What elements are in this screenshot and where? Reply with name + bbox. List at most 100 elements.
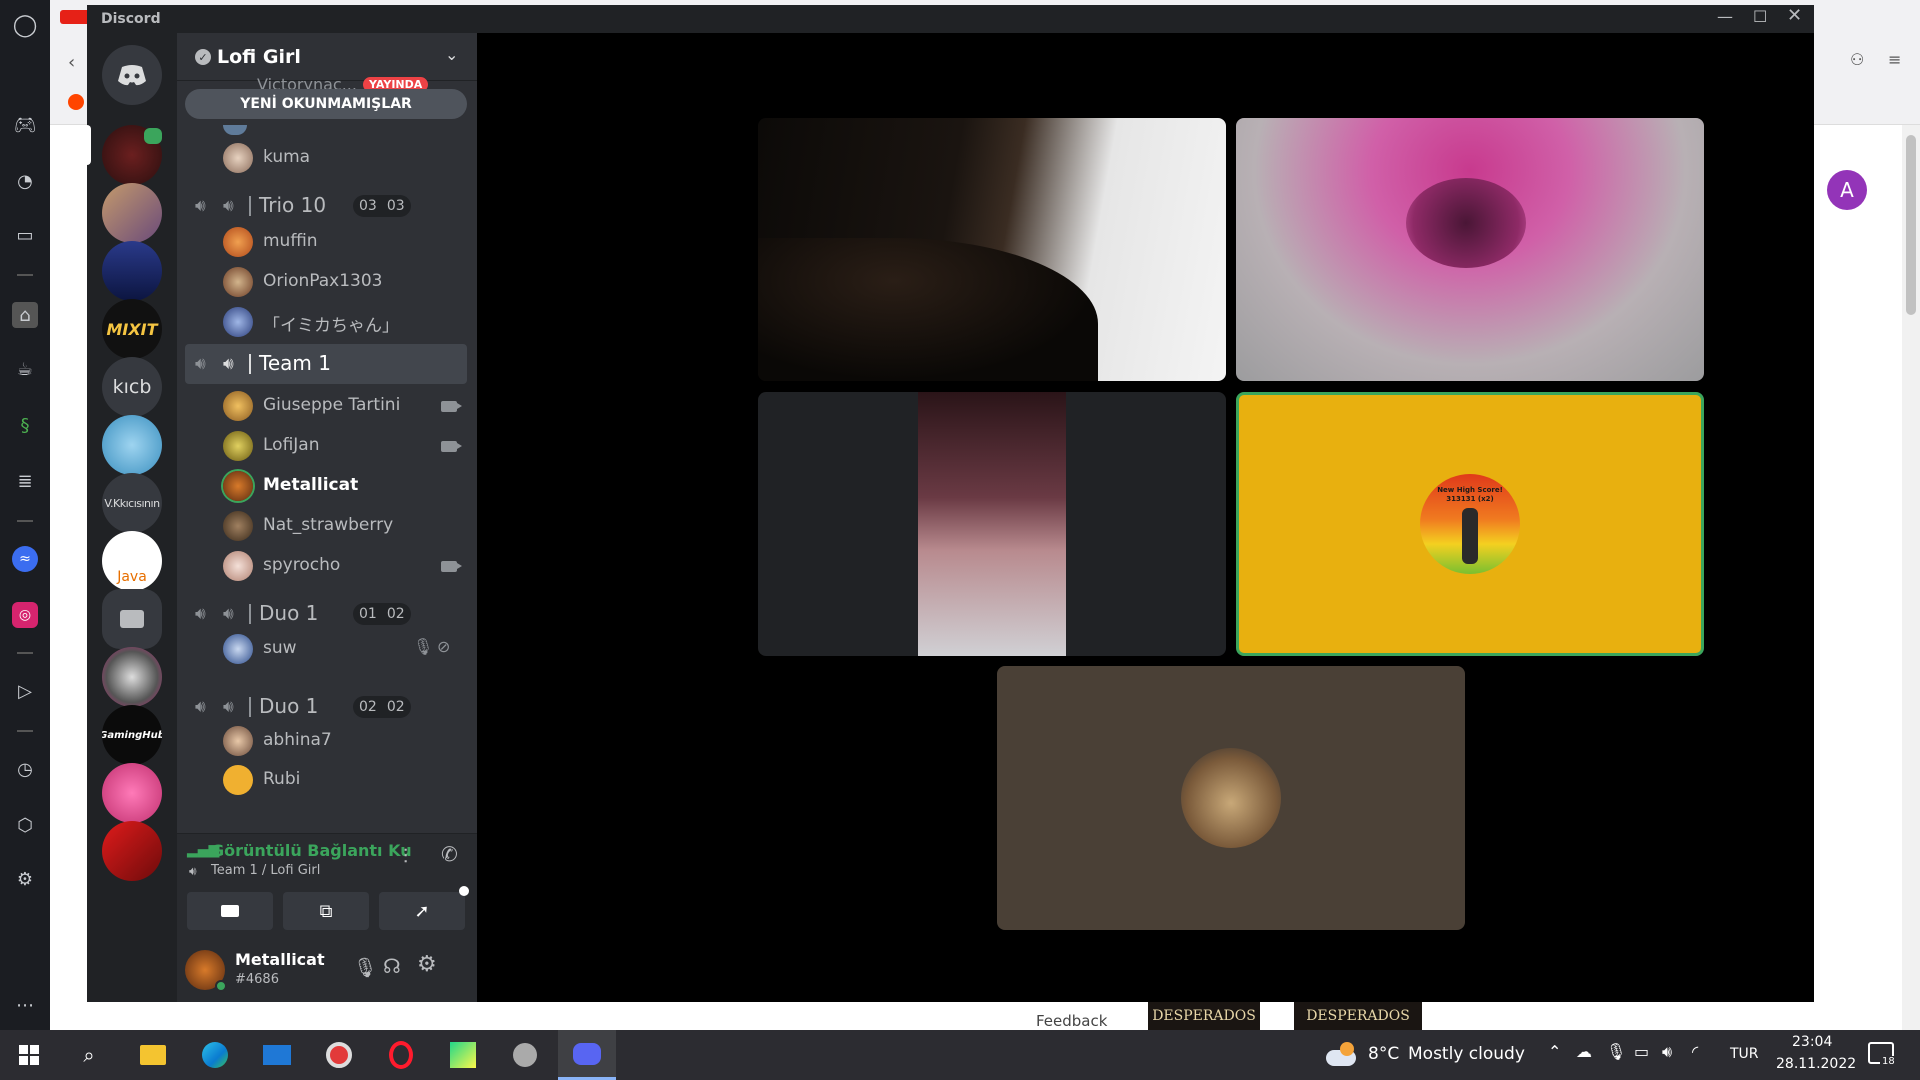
history-icon[interactable]: ◷ (12, 756, 38, 782)
weather-temp[interactable]: 8°C (1368, 1044, 1399, 1064)
maximize-button[interactable]: ☐ (1753, 7, 1767, 26)
server-mixit[interactable]: MIXIT (102, 299, 162, 359)
video-tile-4-speaking[interactable]: New High Score! 313131 (x2) (1236, 392, 1704, 656)
voice-channel-trio-10[interactable]: 🔊︎ 🔊︎ Trio 10 03 03 (177, 188, 477, 224)
video-tile-2[interactable] (1236, 118, 1704, 381)
discord-home-icon[interactable] (102, 45, 162, 105)
wifi-icon[interactable]: ◜ (1692, 1042, 1698, 1061)
server-blue[interactable] (102, 241, 162, 301)
user-abhina7[interactable]: abhina7 (263, 730, 332, 750)
server-squirtle[interactable] (102, 415, 162, 475)
youtube-tab-icon[interactable] (60, 10, 90, 24)
cube-icon[interactable]: ⬡ (12, 812, 38, 838)
server-red[interactable] (102, 821, 162, 881)
user-nat-strawberry[interactable]: Nat_strawberry (263, 515, 393, 535)
microphone-icon[interactable]: 🎙︎ (353, 956, 377, 979)
server-header[interactable]: ✓ Lofi Girl ⌄ (177, 33, 477, 81)
server-pink-dog[interactable] (102, 763, 162, 823)
media-player-icon[interactable] (310, 1030, 368, 1080)
player-icon[interactable]: ▷ (12, 678, 38, 704)
opera-icon[interactable] (372, 1030, 430, 1080)
list-icon[interactable]: ≣ (12, 468, 38, 494)
user-metallicat[interactable]: Metallicat (263, 475, 358, 495)
pycharm-icon[interactable] (434, 1030, 492, 1080)
instagram-icon[interactable]: ◎ (12, 602, 38, 628)
clock-date[interactable]: 28.11.2022 (1776, 1056, 1856, 1072)
server-java[interactable]: Java (102, 531, 162, 591)
battery-icon[interactable]: ▭ (1634, 1042, 1649, 1061)
onedrive-icon[interactable]: ☁ (1576, 1042, 1592, 1061)
chevron-down-icon[interactable]: ⌄ (445, 45, 458, 64)
coffee-icon[interactable]: ☕︎ (12, 356, 38, 382)
voice-channel-duo-1-b[interactable]: 🔊︎ 🔊︎ Duo 1 02 02 (177, 689, 477, 725)
chevron-up-icon[interactable]: ⌃ (1548, 1042, 1561, 1061)
video-tile-3[interactable] (758, 392, 1226, 656)
server-folder[interactable] (102, 589, 162, 649)
user-orionpax[interactable]: OrionPax1303 (263, 271, 383, 291)
user-suw[interactable]: suw (263, 638, 297, 658)
minimize-button[interactable]: — (1717, 7, 1733, 26)
voice-channel-duo-1[interactable]: 🔊︎ 🔊︎ Duo 1 01 02 (177, 596, 477, 632)
video-tile-5[interactable] (997, 666, 1465, 930)
reddit-icon[interactable] (68, 94, 84, 110)
file-explorer-icon[interactable] (124, 1030, 182, 1080)
new-unreads-bar[interactable]: YENİ OKUNMAMIŞLAR (185, 89, 467, 119)
weather-icon[interactable] (1326, 1040, 1360, 1068)
ad-banner-1[interactable]: DESPERADOS (1148, 1002, 1260, 1030)
sliders-icon[interactable]: ≡ (1888, 50, 1901, 69)
user-lofijan[interactable]: LofiJan (263, 435, 320, 455)
search-icon[interactable]: ⌕ (60, 1030, 118, 1080)
profile-avatar[interactable]: A (1827, 170, 1867, 210)
close-button[interactable]: ✕ (1787, 5, 1802, 26)
server-kkicisinin[interactable]: V.Kkıcısının (102, 473, 162, 533)
clock-time[interactable]: 23:04 (1792, 1034, 1832, 1050)
language-indicator[interactable]: TUR (1730, 1046, 1759, 1062)
user-settings-icon[interactable]: ⚙ (417, 952, 437, 977)
microphone-tray-icon[interactable]: 🎙︎ (1606, 1042, 1626, 1061)
snake-icon[interactable]: § (12, 412, 38, 438)
ad-banner-2[interactable]: DESPERADOS (1294, 1002, 1422, 1030)
video-grid: New High Score! 313131 (x2) (477, 33, 1814, 1002)
screen-share-button[interactable]: ⧉ (283, 892, 369, 930)
user-rubi[interactable]: Rubi (263, 769, 300, 789)
back-icon[interactable]: ‹ (68, 52, 75, 73)
edge-icon[interactable] (186, 1030, 244, 1080)
voice-status-subtitle[interactable]: Team 1 / Lofi Girl (211, 863, 320, 878)
activities-button[interactable]: ➚ (379, 892, 465, 930)
briefcase-icon[interactable]: ▭ (12, 222, 38, 248)
opera-menu-icon[interactable]: ◯ (12, 12, 38, 38)
weather-desc[interactable]: Mostly cloudy (1408, 1044, 1525, 1064)
notification-count: 18 (1880, 1056, 1897, 1067)
server-kicb[interactable]: kıcb (102, 357, 162, 417)
server-skull[interactable] (102, 647, 162, 707)
voice-channel-team-1[interactable]: 🔊︎ 🔊︎ Team 1 (185, 344, 467, 384)
voice-status-title[interactable]: Görüntülü Bağlantı Ku (211, 841, 412, 860)
server-gaminghub[interactable]: GamingHub (102, 705, 162, 765)
user-name[interactable]: Metallicat (235, 950, 325, 969)
headphones-icon[interactable]: ☊ (383, 954, 401, 978)
volume-icon[interactable]: 🔊︎ (1662, 1042, 1672, 1062)
page-scrollbar[interactable] (1902, 125, 1920, 1030)
speedometer-icon[interactable]: ◔ (12, 168, 38, 194)
account-icon[interactable]: ⚇ (1850, 50, 1864, 69)
video-tile-1[interactable] (758, 118, 1226, 381)
feedback-link[interactable]: Feedback (1036, 1012, 1107, 1030)
start-button[interactable] (0, 1030, 58, 1080)
discord-taskbar-icon[interactable] (558, 1030, 616, 1080)
user-giuseppe[interactable]: Giuseppe Tartini (263, 395, 400, 415)
user-muffin[interactable]: muffin (263, 231, 318, 251)
user-kuma[interactable]: kuma (263, 147, 310, 167)
home-icon[interactable]: ⌂ (12, 302, 38, 328)
user-spyrocho[interactable]: spyrocho (263, 555, 340, 575)
messenger-icon[interactable]: ≈ (12, 546, 38, 572)
app-icon[interactable] (496, 1030, 554, 1080)
mail-icon[interactable] (248, 1030, 306, 1080)
settings-icon[interactable]: ⚙ (12, 866, 38, 892)
noise-suppression-icon[interactable]: ⫶ (403, 844, 408, 868)
gamepad-icon[interactable]: 🎮︎ (12, 112, 38, 138)
user-imika[interactable]: 「イミカちゃん」 (263, 311, 399, 336)
camera-button[interactable] (187, 892, 273, 930)
more-icon[interactable]: ⋯ (12, 992, 38, 1018)
server-anime[interactable] (102, 183, 162, 243)
disconnect-icon[interactable]: ✆ (441, 842, 458, 866)
